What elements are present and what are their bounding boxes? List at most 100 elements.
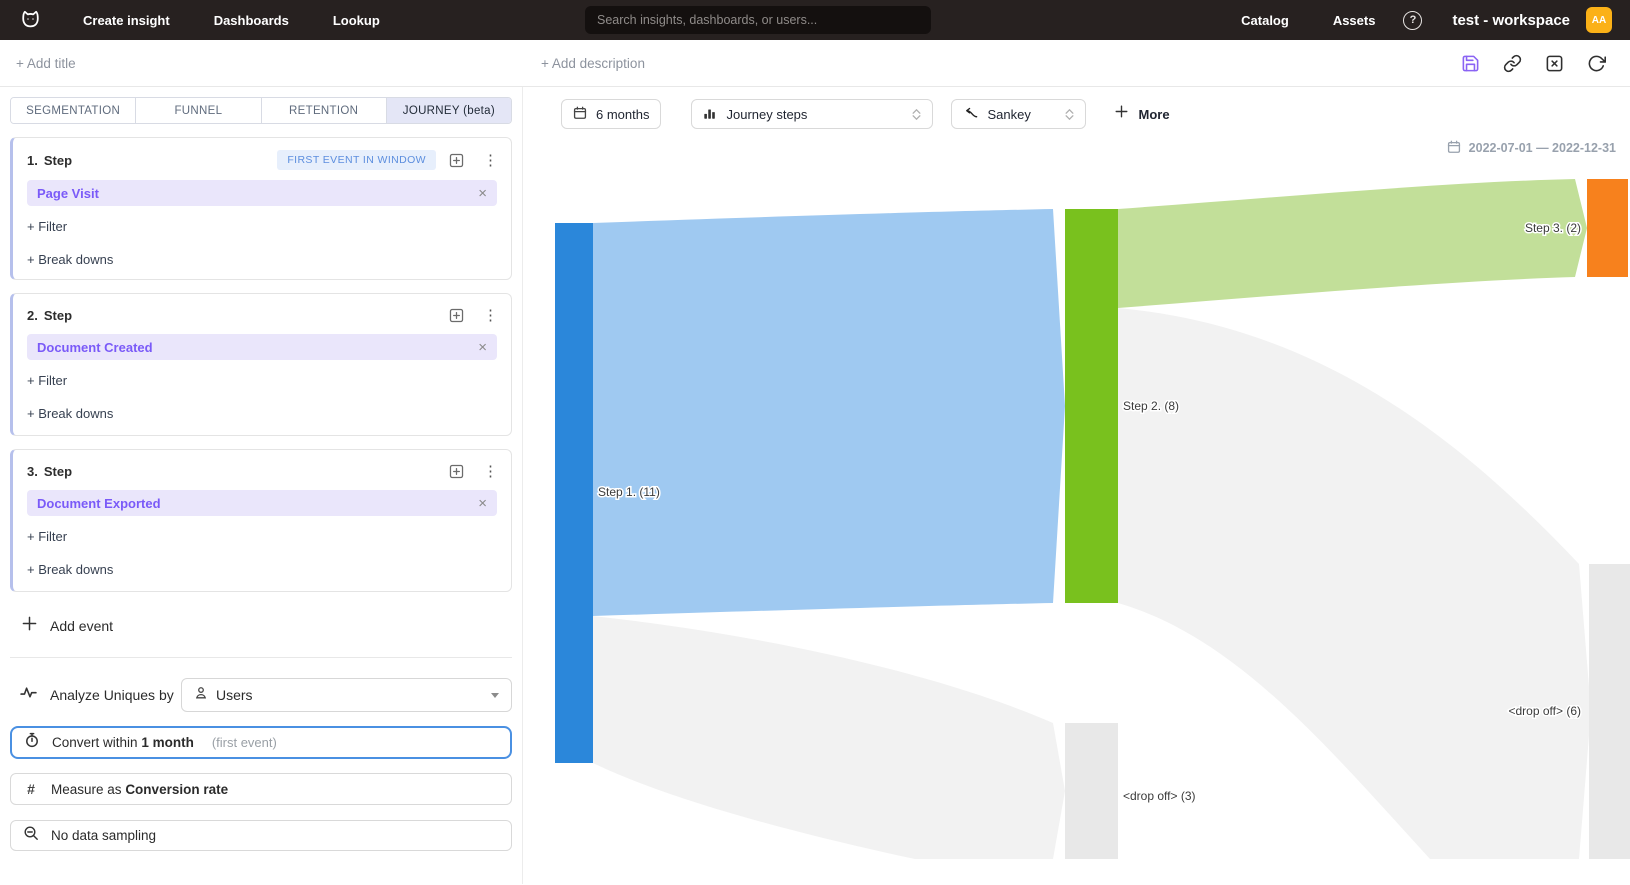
hash-icon: #	[23, 781, 39, 797]
sankey-node-step3[interactable]	[1587, 179, 1628, 277]
event-pill[interactable]: Document Created ×	[27, 334, 497, 360]
close-icon[interactable]: ×	[478, 496, 487, 511]
chart-type-value: Sankey	[987, 107, 1030, 122]
more-label: More	[1138, 107, 1169, 122]
step-number: 3.	[27, 464, 38, 479]
sankey-label-dropoff-6: <drop off> (6)	[1509, 704, 1582, 718]
nav-lookup[interactable]: Lookup	[333, 13, 380, 28]
sankey-link-step2-step3[interactable]	[1118, 179, 1587, 308]
add-filter-button[interactable]: + Filter	[27, 219, 67, 234]
view-type-value: Journey steps	[726, 107, 807, 122]
clear-insight-icon[interactable]	[1544, 53, 1564, 73]
more-button[interactable]: More	[1115, 105, 1169, 123]
event-name: Document Exported	[37, 496, 161, 511]
chart-panel: 6 months Journey steps Sankey	[523, 87, 1630, 884]
avatar[interactable]: AA	[1586, 7, 1612, 33]
add-breakdown-button[interactable]: + Break downs	[27, 406, 113, 421]
view-type-select[interactable]: Journey steps	[691, 99, 933, 129]
select-chevrons-icon	[1065, 109, 1074, 120]
sankey-label-step2: Step 2. (8)	[1123, 399, 1179, 413]
plus-icon	[1115, 105, 1128, 123]
sankey-node-step1[interactable]	[555, 223, 593, 763]
plus-icon	[22, 616, 37, 636]
sankey-icon	[963, 106, 978, 123]
step-card-2: 2. Step ⋮ Document Created × + Filter + …	[10, 293, 512, 436]
measure-as-text: Measure as Conversion rate	[51, 782, 228, 797]
first-event-badge: FIRST EVENT IN WINDOW	[277, 150, 436, 170]
close-icon[interactable]: ×	[478, 340, 487, 355]
sankey-node-dropoff-3[interactable]	[1065, 723, 1118, 859]
sankey-node-step2[interactable]	[1065, 209, 1118, 603]
sankey-node-dropoff-6[interactable]	[1589, 564, 1630, 859]
date-range-text: 2022-07-01 — 2022-12-31	[1469, 141, 1616, 155]
date-range-label: 6 months	[596, 107, 649, 122]
event-pill[interactable]: Document Exported ×	[27, 490, 497, 516]
select-chevrons-icon	[912, 109, 921, 120]
analyze-row: Analyze Uniques by Users	[10, 678, 512, 712]
add-title-field[interactable]: + Add title	[16, 56, 76, 71]
help-icon[interactable]: ?	[1403, 11, 1422, 30]
chart-type-select[interactable]: Sankey	[951, 99, 1086, 129]
add-filter-button[interactable]: + Filter	[27, 529, 67, 544]
nav-right-group: Catalog Assets ? test - workspace AA	[1241, 7, 1612, 33]
sankey-chart: Step 1. (11) Step 2. (8) Step 3. (2) <dr…	[535, 159, 1630, 859]
user-icon	[194, 686, 208, 705]
kebab-menu-icon[interactable]: ⋮	[483, 151, 497, 169]
event-pill[interactable]: Page Visit ×	[27, 180, 497, 206]
data-sampling-text: No data sampling	[51, 828, 156, 843]
calendar-icon	[573, 106, 587, 123]
tab-funnel[interactable]: FUNNEL	[136, 98, 261, 123]
step-card-header: 3. Step ⋮	[27, 462, 497, 480]
add-event-to-step-icon[interactable]	[448, 307, 465, 324]
event-name: Page Visit	[37, 186, 99, 201]
nav-create-insight[interactable]: Create insight	[83, 13, 170, 28]
nav-dashboards[interactable]: Dashboards	[214, 13, 289, 28]
insight-header: + Add title + Add description	[0, 40, 1630, 87]
date-range-button[interactable]: 6 months	[561, 99, 661, 129]
divider	[10, 657, 512, 658]
analyze-by-select[interactable]: Users	[181, 678, 512, 712]
add-event-to-step-icon[interactable]	[448, 152, 465, 169]
app-logo-cat-icon[interactable]	[18, 8, 43, 33]
add-breakdown-button[interactable]: + Break downs	[27, 252, 113, 267]
kebab-menu-icon[interactable]: ⋮	[483, 462, 497, 480]
nav-catalog[interactable]: Catalog	[1241, 13, 1289, 28]
top-nav: Create insight Dashboards Lookup Catalog…	[0, 0, 1630, 40]
tab-journey[interactable]: JOURNEY (beta)	[387, 98, 511, 123]
add-filter-button[interactable]: + Filter	[27, 373, 67, 388]
search-input[interactable]	[585, 6, 931, 34]
pulse-icon	[20, 684, 37, 706]
measure-as-field[interactable]: # Measure as Conversion rate	[10, 773, 512, 805]
sankey-label-dropoff-3: <drop off> (3)	[1123, 789, 1196, 803]
copy-link-icon[interactable]	[1502, 53, 1522, 73]
step-card-header: 2. Step ⋮	[27, 306, 497, 324]
sankey-label-step1: Step 1. (11)	[598, 485, 660, 499]
insight-type-tabs: SEGMENTATION FUNNEL RETENTION JOURNEY (b…	[10, 97, 512, 124]
sankey-link-step2-dropoff[interactable]	[1118, 308, 1591, 859]
close-icon[interactable]: ×	[478, 186, 487, 201]
refresh-icon[interactable]	[1586, 53, 1606, 73]
add-description-field[interactable]: + Add description	[541, 56, 645, 71]
sankey-link-step1-dropoff[interactable]	[593, 616, 1065, 859]
chart-date-range[interactable]: 2022-07-01 — 2022-12-31	[523, 139, 1616, 157]
add-event-to-step-icon[interactable]	[448, 463, 465, 480]
add-breakdown-button[interactable]: + Break downs	[27, 562, 113, 577]
step-card-header: 1. Step FIRST EVENT IN WINDOW ⋮	[27, 150, 497, 170]
workspace-name[interactable]: test - workspace	[1452, 12, 1570, 29]
kebab-menu-icon[interactable]: ⋮	[483, 306, 497, 324]
sankey-label-step3: Step 3. (2)	[1525, 221, 1581, 235]
step-card-1: 1. Step FIRST EVENT IN WINDOW ⋮ Page Vis…	[10, 137, 512, 280]
data-sampling-field[interactable]: No data sampling	[10, 820, 512, 851]
sankey-link-step1-step2[interactable]	[593, 209, 1065, 616]
bar-chart-icon	[703, 106, 717, 123]
tab-segmentation[interactable]: SEGMENTATION	[11, 98, 136, 123]
save-icon[interactable]	[1460, 53, 1480, 73]
nav-assets[interactable]: Assets	[1333, 13, 1376, 28]
conversion-window-field[interactable]: Convert within 1 month (first event)	[10, 726, 512, 759]
tab-retention[interactable]: RETENTION	[262, 98, 387, 123]
add-event-button[interactable]: Add event	[10, 610, 113, 642]
step-title: Step	[44, 153, 72, 168]
magnifier-minus-icon	[23, 825, 39, 846]
chevron-down-icon	[491, 693, 499, 698]
chart-toolbar: 6 months Journey steps Sankey	[561, 99, 1630, 129]
